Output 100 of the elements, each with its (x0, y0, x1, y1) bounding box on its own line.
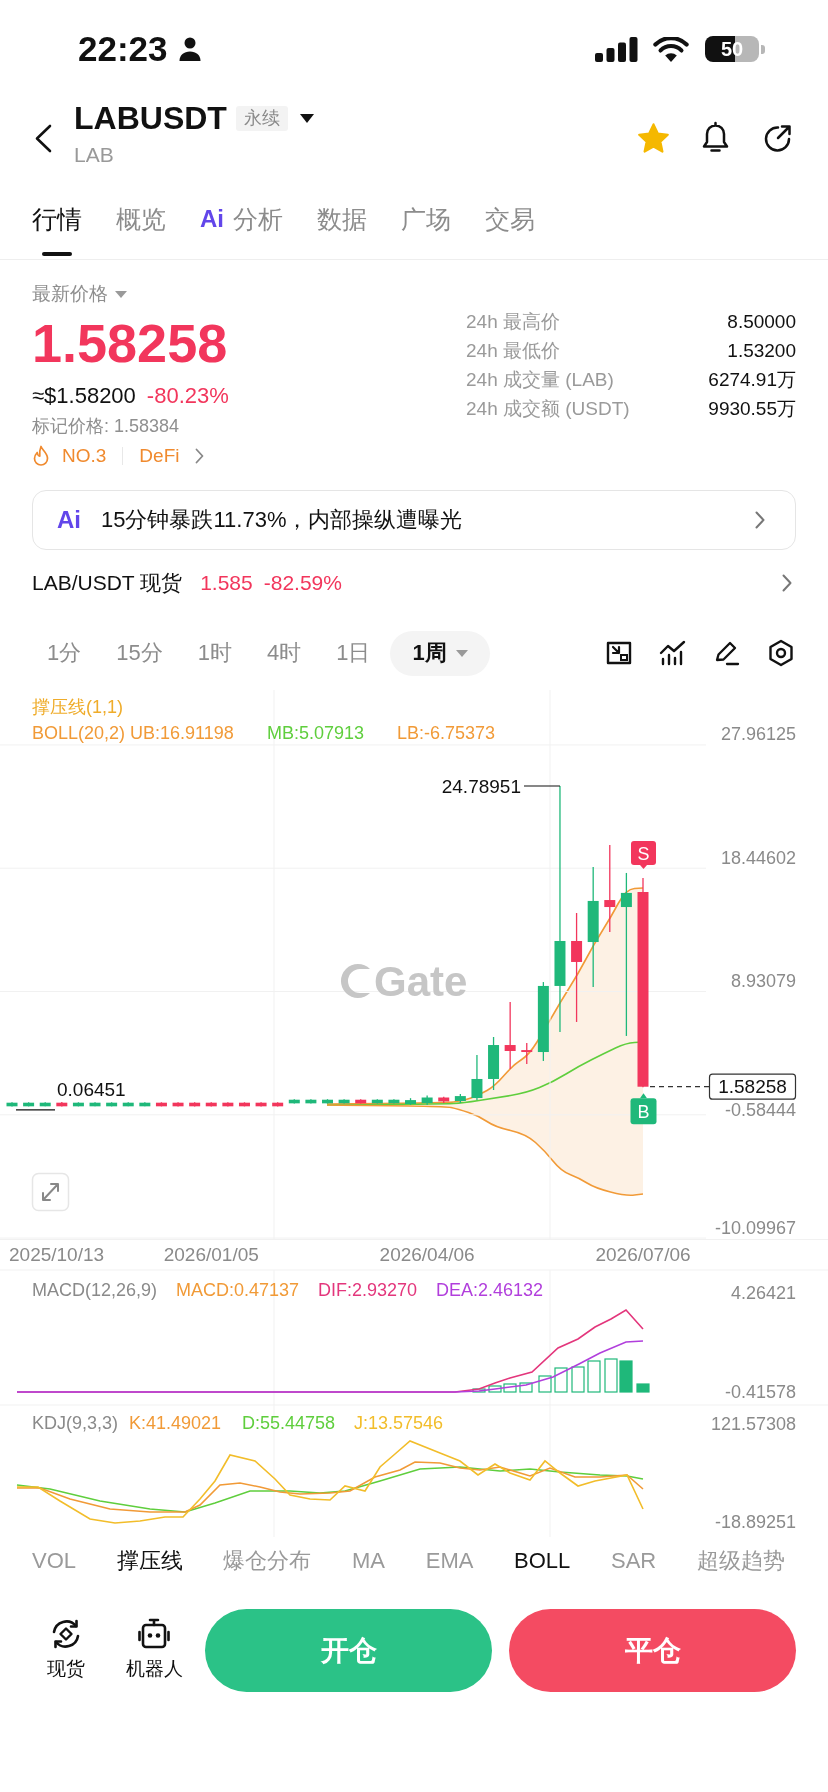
news-headline: 15分钟暴跌11.73%，内部操纵遭曝光 (101, 506, 463, 534)
candle (39, 1101, 51, 1107)
candle (6, 1101, 18, 1108)
candle (355, 1098, 367, 1105)
candle (322, 1098, 333, 1105)
indicator-tab[interactable]: SAR (611, 1548, 657, 1574)
overlay-label: 撑压线(1,1) (32, 697, 123, 717)
last-price: 1.58258 (32, 314, 228, 372)
tab[interactable]: 行情 (32, 180, 82, 259)
legend-value: DEA:2.46132 (436, 1279, 544, 1300)
timeframe-tab[interactable]: 1时 (182, 630, 247, 676)
price-line (649, 1086, 710, 1088)
open-position-button[interactable]: 开仓 (205, 1609, 492, 1692)
ai-label: Ai (57, 506, 81, 534)
bell-icon[interactable] (701, 121, 730, 155)
stat-label: 24h 最低价 (466, 339, 560, 363)
macd-bar (571, 1366, 585, 1393)
caret-down-icon[interactable] (299, 113, 314, 123)
date-label: 2025/10/13 (9, 1244, 105, 1265)
date-label: 2026/01/05 (163, 1244, 259, 1265)
chart-line-icon[interactable] (659, 639, 687, 667)
axis-label: 8.93079 (730, 971, 796, 991)
candle (89, 1101, 101, 1107)
candle (189, 1101, 201, 1108)
stat-value: 1.53200 (727, 339, 796, 363)
chevron-right-icon (755, 511, 765, 529)
candle (521, 1042, 533, 1065)
indicator-title: KDJ(9,3,3) (32, 1412, 119, 1433)
star-icon[interactable] (637, 122, 670, 154)
indicator-tab[interactable]: EMA (425, 1548, 474, 1574)
signal-icon (595, 36, 638, 62)
spot-pair[interactable]: LAB/USDT 现货 (32, 569, 183, 597)
sector-tag[interactable]: DeFi (139, 445, 180, 467)
stat-label: 24h 成交量 (LAB) (466, 368, 614, 392)
macd-bar (472, 1388, 486, 1393)
tab[interactable]: Ai 分析 (200, 180, 283, 259)
news-banner[interactable]: Ai 15分钟暴跌11.73%，内部操纵遭曝光 (32, 490, 796, 550)
settings-icon[interactable] (767, 639, 795, 667)
usd-price: ≈$1.58200 (32, 383, 136, 409)
leader-line (523, 785, 561, 787)
indicator-tab[interactable]: 撑压线 (116, 1546, 183, 1576)
last-price-label[interactable]: 最新价格 (32, 282, 108, 306)
indicator-tab[interactable]: 爆仓分布 (223, 1546, 312, 1576)
shortcut-label[interactable]: 现货 (47, 1658, 85, 1680)
expand-button[interactable] (31, 1172, 70, 1212)
timeframe-tab[interactable]: 15分 (101, 630, 178, 676)
spot-price: 1.585 (200, 571, 253, 595)
candle (288, 1098, 300, 1105)
tab[interactable]: 广场 (401, 180, 451, 259)
chevron-right-icon[interactable] (782, 574, 792, 592)
timeframe-tab[interactable]: 4时 (252, 630, 317, 676)
axis-label: -0.58444 (724, 1100, 796, 1121)
chevron-right-icon[interactable] (195, 448, 205, 464)
share-icon[interactable] (763, 123, 792, 153)
robot-icon[interactable] (137, 1617, 171, 1651)
indicator-tab[interactable]: MA (352, 1548, 386, 1574)
candle (305, 1098, 317, 1105)
candle (155, 1101, 167, 1108)
legend-value: MB:5.07913 (267, 723, 365, 743)
candle (338, 1098, 350, 1105)
indicator-tab[interactable]: BOLL (514, 1548, 571, 1574)
symbol-title[interactable]: LABUSDT (74, 101, 227, 135)
candle (122, 1101, 134, 1107)
candle (205, 1101, 217, 1108)
legend-value: D:55.44758 (242, 1412, 336, 1433)
timeframe-tab[interactable]: 1周 (390, 630, 490, 676)
axis-label: 121.57308 (710, 1413, 796, 1434)
rank-label[interactable]: NO.3 (62, 445, 107, 467)
indicator-tab[interactable]: 超级趋势 (696, 1546, 785, 1576)
candle (438, 1096, 450, 1104)
axis-label: -0.41578 (724, 1381, 796, 1402)
shortcut-label[interactable]: 机器人 (125, 1658, 183, 1680)
candle (388, 1098, 400, 1105)
price-change: -80.23% (146, 383, 229, 409)
tab[interactable]: 数据 (317, 180, 367, 259)
candle (471, 1054, 483, 1101)
candle (23, 1101, 35, 1107)
candle (222, 1101, 234, 1108)
legend-value: MACD:0.47137 (176, 1279, 300, 1300)
candle (56, 1101, 68, 1108)
timeframe-tab[interactable]: 1日 (321, 630, 386, 676)
high-price-label: 24.78951 (441, 775, 521, 797)
timeframe-tab[interactable]: 1分 (32, 630, 97, 676)
date-label: 2026/04/06 (379, 1244, 475, 1265)
stat-value: 8.50000 (727, 310, 796, 334)
candle (139, 1101, 151, 1107)
ai-label: Ai (200, 204, 224, 234)
axis-label: -18.89251 (714, 1511, 796, 1532)
macd-bar (587, 1360, 601, 1393)
low-price-label: 0.06451 (57, 1079, 126, 1101)
pencil-icon[interactable] (713, 639, 741, 667)
stat-value: 9930.55万 (708, 397, 796, 421)
axis-label: 27.96125 (720, 724, 796, 745)
last-price-tag: 1.58258 (708, 1073, 797, 1100)
macd-bar (604, 1358, 618, 1393)
tab[interactable]: 概览 (116, 180, 166, 259)
indicator-tab[interactable]: VOL (32, 1548, 77, 1574)
tab[interactable]: 交易 (485, 180, 535, 259)
close-position-button[interactable]: 平仓 (509, 1609, 796, 1692)
back-icon[interactable] (34, 124, 53, 153)
